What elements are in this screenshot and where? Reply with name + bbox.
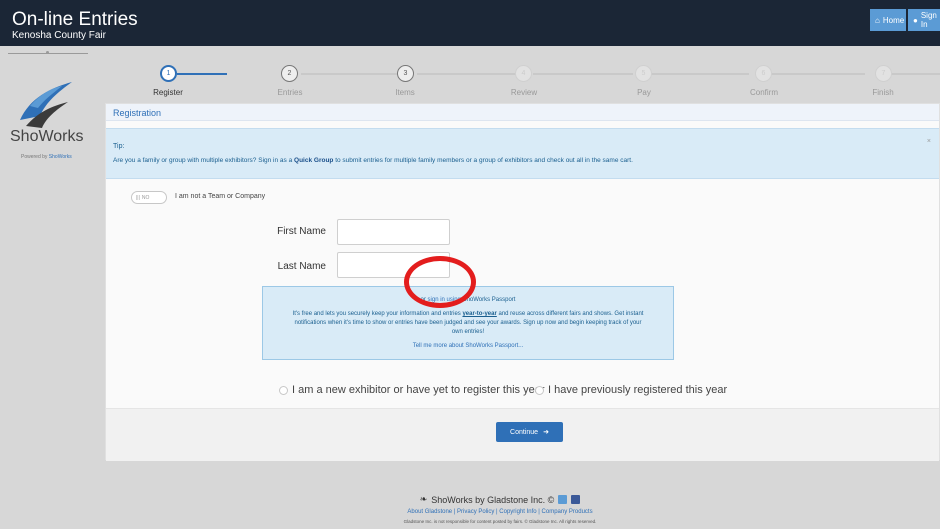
step-connector [301, 73, 401, 75]
footer-disclaimer: Gladstone Inc. is not responsible for co… [403, 519, 597, 524]
toggle-label: I am not a Team or Company [175, 193, 266, 200]
tip-text-before: Are you a family or group with multiple … [113, 157, 293, 164]
step-2-circle[interactable]: 2 [281, 65, 298, 82]
twitter-icon[interactable] [558, 495, 568, 504]
page-footer: ❧ ShoWorks by Gladstone Inc. © About Gla… [0, 494, 940, 524]
sign-in-nav-button[interactable]: ● Sign In [908, 9, 940, 31]
passport-desc-line-2: notifications when it's time to show or … [294, 320, 642, 326]
powered-by-link[interactable]: ShoWorks [49, 154, 72, 160]
step-3-circle[interactable]: 3 [397, 65, 414, 82]
tip-alert: Tip: Are you a family or group with mult… [106, 128, 939, 179]
step-3-label: Items [395, 88, 415, 97]
passport-desc-line-1: It's free and lets you securely keep you… [263, 311, 673, 317]
step-6-label: Confirm [749, 88, 778, 97]
step-2-label: Entries [277, 88, 303, 97]
year-to-year-link[interactable]: year-to-year [462, 311, 496, 317]
new-exhibitor-option[interactable]: I am a new exhibitor or have yet to regi… [279, 384, 545, 396]
toggle-knob-icon: ||| [136, 194, 140, 201]
about-link[interactable]: About Gladstone [407, 509, 452, 515]
tip-title: Tip: [113, 143, 125, 150]
products-link[interactable]: Company Products [542, 509, 593, 515]
step-4-label: Review [510, 88, 538, 97]
step-7-circle[interactable]: 7 [875, 65, 892, 82]
red-annotation-circle [404, 256, 476, 308]
close-icon[interactable]: × [927, 138, 931, 145]
home-nav-button[interactable]: ⌂ Home [870, 9, 906, 31]
previously-registered-option[interactable]: I have previously registered this year [535, 384, 727, 396]
step-5-circle[interactable]: 5 [635, 65, 652, 82]
passport-desc-prefix: It's free and lets you securely keep you… [292, 311, 461, 317]
sidebar: ShoWorks Powered by ShoWorks [0, 46, 96, 529]
quick-group-link[interactable]: Quick Group [294, 157, 333, 164]
step-1-circle[interactable]: 1 [160, 65, 177, 82]
passport-desc-line-3: own entries! [451, 329, 485, 335]
last-name-label: Last Name [277, 261, 326, 272]
first-name-input[interactable] [337, 219, 450, 245]
sidebar-divider-dot [46, 51, 49, 54]
footer-company: ShoWorks by Gladstone Inc. © [431, 494, 555, 505]
facebook-icon[interactable] [571, 495, 581, 504]
app-title: On-line Entries [12, 9, 138, 30]
tip-text: Are you a family or group with multiple … [113, 157, 633, 164]
step-6-circle[interactable]: 6 [755, 65, 772, 82]
copyright-link[interactable]: Copyright Info [499, 509, 536, 515]
brand-name: ShoWorks [10, 128, 84, 145]
step-connector [533, 73, 633, 75]
team-company-toggle[interactable]: ||| NO [131, 191, 167, 204]
new-exhibitor-radio[interactable] [279, 385, 288, 395]
footer-links: About Gladstone | Privacy Policy | Copyr… [407, 509, 593, 515]
passport-desc-suffix: and reuse across different fairs and sho… [498, 311, 644, 317]
first-name-label: First Name [277, 226, 326, 237]
fair-name: Kenosha County Fair [12, 30, 106, 41]
step-7-label: Finish [872, 88, 894, 97]
powered-by-prefix: Powered by [21, 154, 48, 160]
panel-title: Registration [113, 108, 162, 118]
step-5-label: Pay [637, 88, 651, 97]
arrow-right-icon: ➜ [543, 429, 549, 436]
step-1-label: Register [153, 88, 183, 97]
registration-panel: Registration Tip: Are you a family or gr… [105, 103, 940, 461]
step-connector [765, 73, 865, 75]
passport-more-link[interactable]: Tell me more about ShoWorks Passport... [263, 343, 673, 349]
step-4-circle[interactable]: 4 [515, 65, 532, 82]
user-icon: ● [913, 15, 918, 25]
panel-header: Registration [106, 104, 939, 121]
progress-steps: 1 2 3 4 5 6 7 Register Entries Items Rev… [105, 58, 940, 102]
step-connector [417, 73, 517, 75]
privacy-link[interactable]: Privacy Policy [457, 509, 494, 515]
footer-company-line: ❧ ShoWorks by Gladstone Inc. © [60, 494, 940, 505]
top-bar: On-line Entries Kenosha County Fair ⌂ Ho… [0, 0, 940, 46]
passport-name: ShoWorks Passport [462, 297, 516, 303]
continue-label: Continue [510, 428, 539, 436]
previously-registered-radio[interactable] [535, 385, 544, 395]
showorks-logo-icon [20, 82, 72, 128]
continue-button[interactable]: Continue ➜ [496, 422, 563, 442]
home-icon: ⌂ [875, 15, 880, 25]
previously-registered-label: I have previously registered this year [548, 384, 728, 396]
toggle-state: NO [141, 194, 150, 201]
showorks-small-logo-icon: ❧ [419, 494, 428, 504]
tip-text-after: to submit entries for multiple family me… [335, 157, 633, 164]
step-connector [649, 73, 749, 75]
new-exhibitor-label: I am a new exhibitor or have yet to regi… [292, 384, 545, 396]
home-nav-label: Home [882, 15, 905, 25]
sign-in-nav-label: Sign In [920, 11, 937, 29]
step-connector [177, 73, 227, 75]
powered-by: Powered by ShoWorks [21, 154, 72, 160]
